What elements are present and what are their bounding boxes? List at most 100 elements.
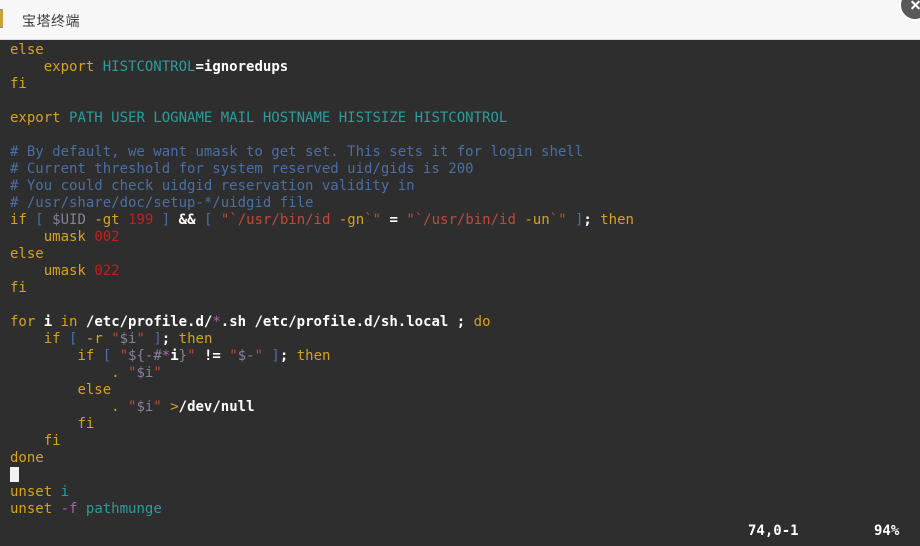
text-cursor [10, 467, 19, 482]
scroll-percent: 94% [874, 523, 900, 539]
terminal-token: -f [60, 501, 78, 517]
terminal-token: -gt [94, 212, 120, 228]
terminal-token: else [77, 382, 112, 398]
terminal-token: * [161, 348, 171, 364]
terminal-token: "`/usr/bin/id [220, 212, 339, 228]
terminal-token: done [10, 450, 44, 466]
window-titlebar: 宝塔终端 [0, 0, 920, 40]
terminal-line: unset -f pathmunge [10, 501, 634, 518]
terminal-line: if [ $UID -gt 199 ] && [ "`/usr/bin/id -… [10, 212, 634, 229]
terminal-line: . "$i" >/dev/null [10, 399, 634, 416]
terminal-line: export PATH USER LOGNAME MAIL HOSTNAME H… [10, 110, 634, 127]
terminal-token: export [10, 110, 61, 126]
terminal-pane[interactable]: else export HISTCONTROL=ignoredups fi exp… [0, 40, 920, 546]
terminal-token: for [10, 314, 36, 330]
terminal-token: $i [136, 365, 154, 381]
terminal-screen[interactable]: else export HISTCONTROL=ignoredups fi exp… [10, 42, 634, 518]
terminal-token: i [170, 348, 179, 364]
terminal-line: export HISTCONTROL=ignoredups [10, 59, 634, 76]
terminal-token: umask [43, 229, 86, 245]
terminal-line: if [ "${-#*i}" != "$-" ]; then [10, 348, 634, 365]
terminal-token: -gn [338, 212, 365, 228]
clipped-edge-element [0, 9, 3, 28]
terminal-token: /etc/profile.d/ [85, 314, 213, 330]
terminal-token: do [473, 314, 491, 330]
terminal-token: unset [10, 484, 53, 500]
terminal-token: $i [136, 399, 154, 415]
terminal-token: ${-# [128, 348, 162, 364]
terminal-token: /dev/null [178, 399, 255, 415]
terminal-token: " [187, 348, 196, 364]
terminal-token: "`/usr/bin/id [406, 212, 525, 228]
terminal-token: then [296, 348, 331, 364]
terminal-token: pathmunge [85, 501, 162, 517]
terminal-token: then [600, 212, 634, 228]
terminal-token: ignoredups [203, 59, 289, 75]
terminal-token: else [10, 246, 44, 262]
terminal-token: 002 [94, 229, 120, 245]
terminal-token: # You could check uidgid reservation val… [10, 178, 415, 194]
terminal-token: 199 [128, 212, 154, 228]
terminal-line: fi [10, 76, 634, 93]
terminal-token: . [111, 365, 120, 381]
terminal-token: fi [43, 433, 61, 449]
terminal-token: . [111, 399, 120, 415]
terminal-token: unset [10, 501, 53, 517]
terminal-line: unset i [10, 484, 634, 501]
terminal-token: ; [161, 331, 171, 347]
terminal-token: ] [153, 331, 162, 347]
terminal-token: > [170, 399, 179, 415]
terminal-token: && [178, 212, 196, 228]
cursor-position: 74,0-1 [748, 523, 799, 539]
terminal-token: [ [35, 212, 44, 228]
terminal-line: # Current threshold for system reserved … [10, 161, 634, 178]
terminal-line: else [10, 246, 634, 263]
terminal-token: umask [43, 263, 86, 279]
close-icon[interactable] [899, 0, 920, 21]
terminal-token: $- [237, 348, 255, 364]
terminal-line: # /usr/share/doc/setup-*/uidgid file [10, 195, 634, 212]
terminal-token: " [254, 348, 263, 364]
terminal-line: . "$i" [10, 365, 634, 382]
terminal-line: # By default, we want umask to get set. … [10, 144, 634, 161]
terminal-token: = [389, 212, 398, 228]
terminal-token: 022 [94, 263, 120, 279]
terminal-line: fi [10, 416, 634, 433]
terminal-token: in [60, 314, 78, 330]
terminal-token: ] [161, 212, 171, 228]
terminal-token: " [229, 348, 238, 364]
terminal-line: umask 022 [10, 263, 634, 280]
terminal-line: if [ -r "$i" ]; then [10, 331, 634, 348]
terminal-token: .sh /etc/profile.d/sh.local [220, 314, 449, 330]
terminal-token: [ [102, 348, 112, 364]
terminal-token: " [153, 399, 162, 415]
terminal-token: * [212, 314, 221, 330]
vim-status-line: 74,0-1 94% [0, 523, 920, 540]
